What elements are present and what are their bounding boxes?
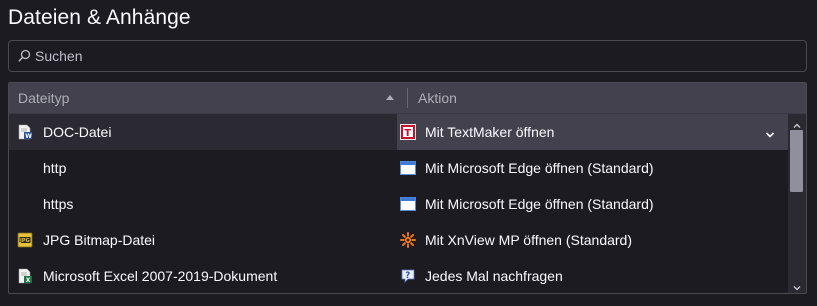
action-label: Mit XnView MP öffnen (Standard) — [425, 232, 632, 248]
type-label: Microsoft Excel 2007-2019-Dokument — [43, 268, 278, 284]
xnview-icon — [400, 232, 416, 248]
action-label: Jedes Mal nachfragen — [425, 268, 563, 284]
type-cell: W DOC-Datei — [9, 114, 397, 150]
type-label: JPG Bitmap-Datei — [43, 232, 156, 248]
table-header: Dateityp Aktion — [9, 83, 806, 114]
column-header-action[interactable]: Aktion — [407, 88, 806, 108]
blank-icon — [17, 196, 33, 212]
column-header-type-label: Dateityp — [18, 90, 70, 106]
type-cell: X Microsoft Excel 2007-2019-Dokument — [9, 258, 397, 293]
window-app-icon — [400, 196, 416, 212]
action-label: Mit TextMaker öffnen — [425, 124, 555, 140]
blank-icon — [17, 160, 33, 176]
svg-text:X: X — [26, 277, 31, 284]
question-icon: ? — [400, 268, 416, 284]
action-cell[interactable]: Mit XnView MP öffnen (Standard) — [397, 222, 790, 258]
type-label: https — [43, 196, 74, 212]
word-doc-icon: W — [17, 124, 33, 140]
column-header-action-label: Aktion — [418, 90, 457, 106]
table-row[interactable]: JPG JPG Bitmap-Datei Mit XnView MP öffne… — [9, 222, 790, 258]
table-row[interactable]: X Microsoft Excel 2007-2019-Dokument ? J… — [9, 258, 790, 293]
table-row[interactable]: http Mit Microsoft Edge öffnen (Standard… — [9, 150, 790, 186]
action-label: Mit Microsoft Edge öffnen (Standard) — [425, 196, 654, 212]
file-type-table: Dateityp Aktion W DOC-Datei T Mit TextMa… — [8, 82, 807, 294]
svg-text:W: W — [25, 133, 32, 140]
search-icon — [17, 49, 31, 63]
page-title: Dateien & Anhänge — [8, 6, 191, 29]
action-cell[interactable]: Mit Microsoft Edge öffnen (Standard) — [397, 186, 790, 222]
type-cell: https — [9, 186, 397, 222]
jpg-file-icon: JPG — [17, 232, 33, 248]
scroll-down-icon[interactable] — [792, 280, 802, 291]
table-row[interactable]: W DOC-Datei T Mit TextMaker öffnen — [9, 114, 790, 150]
textmaker-icon: T — [400, 124, 416, 140]
svg-text:JPG: JPG — [19, 238, 30, 244]
svg-text:T: T — [404, 128, 411, 139]
search-box[interactable] — [8, 40, 807, 72]
excel-doc-icon: X — [17, 268, 33, 284]
table-body: W DOC-Datei T Mit TextMaker öffnen http — [9, 114, 806, 293]
scrollbar-thumb[interactable] — [790, 130, 803, 192]
column-header-type[interactable]: Dateityp — [9, 83, 407, 113]
action-dropdown[interactable]: T Mit TextMaker öffnen — [397, 114, 790, 150]
action-cell[interactable]: ? Jedes Mal nachfragen — [397, 258, 790, 293]
window-app-icon — [400, 160, 416, 176]
sort-ascending-icon — [386, 95, 394, 100]
vertical-scrollbar[interactable] — [788, 114, 806, 293]
action-cell[interactable]: Mit Microsoft Edge öffnen (Standard) — [397, 150, 790, 186]
chevron-down-icon — [765, 127, 775, 138]
search-input[interactable] — [35, 48, 775, 64]
type-label: http — [43, 160, 67, 176]
type-cell: http — [9, 150, 397, 186]
scroll-up-icon[interactable] — [792, 118, 802, 128]
type-cell: JPG JPG Bitmap-Datei — [9, 222, 397, 258]
svg-text:?: ? — [405, 271, 410, 281]
table-row[interactable]: https Mit Microsoft Edge öffnen (Standar… — [9, 186, 790, 222]
action-label: Mit Microsoft Edge öffnen (Standard) — [425, 160, 654, 176]
type-label: DOC-Datei — [43, 124, 112, 140]
